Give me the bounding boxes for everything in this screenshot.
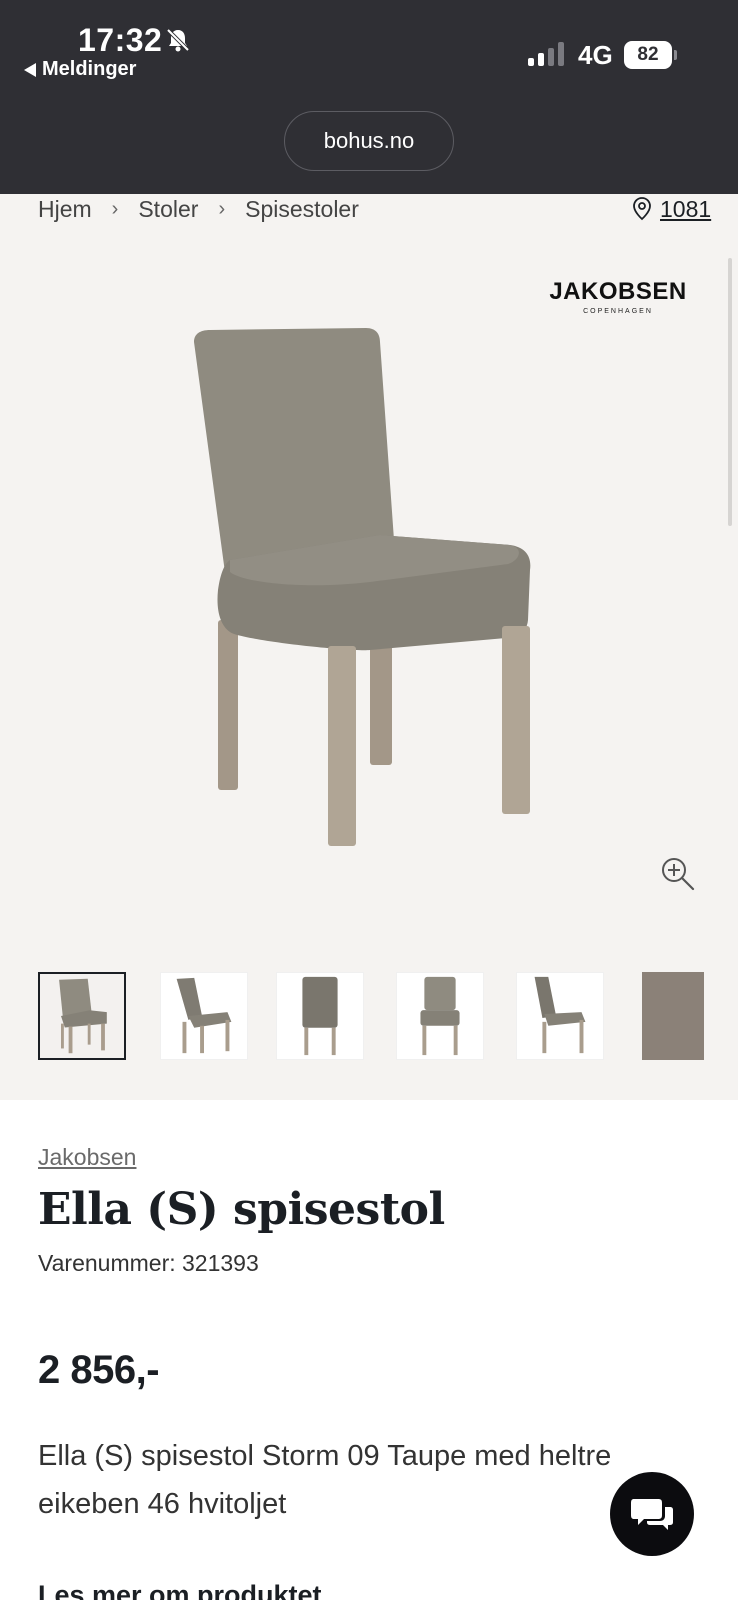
battery-tip bbox=[674, 50, 677, 60]
product-sku: Varenummer: 321393 bbox=[38, 1250, 259, 1276]
breadcrumb-item-chairs[interactable]: Stoler bbox=[138, 196, 198, 223]
thumbnail-chair-front-angle bbox=[59, 978, 107, 1054]
thumbnail-strip bbox=[38, 972, 738, 1064]
brand-link[interactable]: Jakobsen bbox=[38, 1144, 136, 1171]
thumbnail-chair-back bbox=[302, 976, 338, 1056]
product-description: Ella (S) spisestol Storm 09 Taupe med he… bbox=[38, 1440, 612, 1520]
product-title: Ella (S) spisestol bbox=[38, 1184, 445, 1235]
brand-logo: JAKOBSEN COPENHAGEN bbox=[548, 278, 688, 315]
breadcrumb-item-dining-chairs[interactable]: Spisestoler bbox=[245, 196, 359, 223]
thumbnail-4[interactable] bbox=[396, 972, 484, 1060]
thumbnail-chair-side bbox=[176, 977, 232, 1054]
thumbnail-chair-front bbox=[420, 976, 460, 1056]
breadcrumb-item-home[interactable]: Hjem bbox=[38, 196, 92, 223]
network-type: 4G bbox=[578, 40, 613, 70]
thumbnail-5[interactable] bbox=[516, 972, 604, 1060]
back-label: Meldinger bbox=[42, 58, 137, 80]
zoom-in-icon[interactable] bbox=[660, 856, 696, 892]
thumbnail-1[interactable] bbox=[38, 972, 126, 1060]
store-number: 1081 bbox=[660, 195, 712, 222]
gallery-scrollbar[interactable] bbox=[728, 258, 732, 526]
location-pin-icon bbox=[633, 197, 651, 221]
chevron-right-icon: › bbox=[218, 197, 226, 220]
thumbnail-3[interactable] bbox=[276, 972, 364, 1060]
thumbnail-chair-rear-angle bbox=[534, 976, 586, 1054]
back-triangle-icon bbox=[24, 62, 36, 77]
thumbnail-2[interactable] bbox=[160, 972, 248, 1060]
back-to-app-link[interactable]: Meldinger bbox=[24, 58, 136, 81]
store-selector[interactable]: 1081 bbox=[632, 194, 711, 224]
browser-chrome: 17:32 Meldinger 4G 82 bohus.no bbox=[0, 0, 738, 194]
battery-level: 82 bbox=[637, 44, 659, 65]
product-price: 2 856,- bbox=[38, 1348, 160, 1392]
breadcrumb: Hjem › Stoler › Spisestoler bbox=[38, 194, 359, 224]
chevron-right-icon: › bbox=[111, 197, 119, 220]
brand-logo-sub: COPENHAGEN bbox=[583, 308, 653, 315]
thumbnail-6-fabric[interactable] bbox=[642, 972, 704, 1060]
battery-icon: 82 bbox=[624, 41, 672, 69]
chat-bubbles-icon bbox=[631, 1499, 673, 1530]
signal-strength-icon bbox=[528, 42, 564, 66]
bell-muted-icon bbox=[166, 28, 190, 52]
status-time: 17:32 bbox=[78, 22, 163, 58]
address-bar[interactable]: bohus.no bbox=[284, 111, 454, 171]
product-main-image[interactable] bbox=[180, 320, 560, 880]
read-more-link[interactable]: Les mer om produktet bbox=[38, 1580, 322, 1600]
url-text: bohus.no bbox=[323, 128, 415, 153]
chat-button[interactable] bbox=[610, 1472, 694, 1556]
brand-logo-main: JAKOBSEN bbox=[549, 278, 687, 305]
